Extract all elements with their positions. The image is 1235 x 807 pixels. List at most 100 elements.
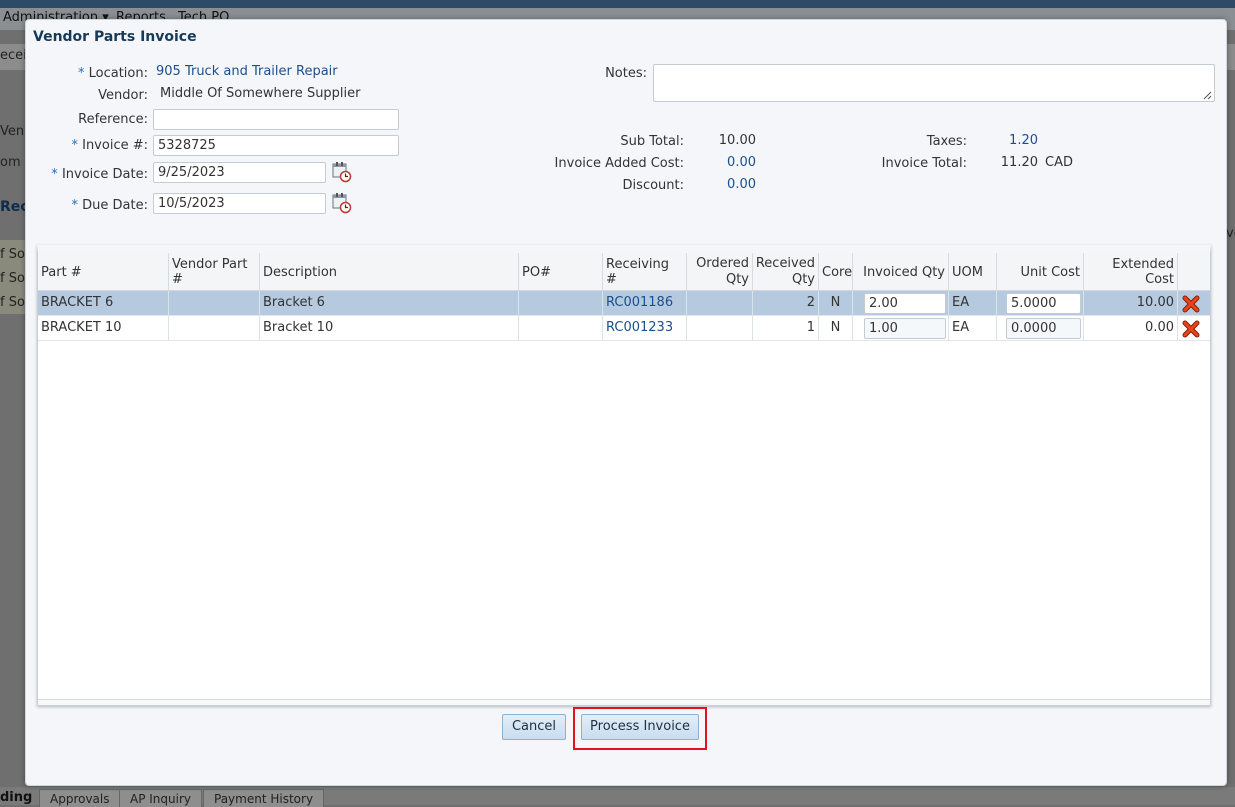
col-description[interactable]: Description: [260, 253, 519, 291]
discount-value[interactable]: 0.00: [727, 177, 756, 192]
col-ordered-qty-line1: Ordered: [696, 256, 749, 271]
notes-label: Notes:: [605, 66, 647, 81]
required-marker: *: [77, 66, 85, 81]
vendor-parts-invoice-dialog: Vendor Parts Invoice * Location: 905 Tru…: [25, 19, 1227, 786]
cell-unit-cost: 5.0000: [997, 291, 1084, 316]
invoice-lines-grid: Part # Vendor Part # Description PO# Rec…: [37, 245, 1211, 706]
cell-receiving-link[interactable]: RC001186: [603, 291, 687, 316]
vendor-label: Vendor:: [98, 88, 148, 103]
col-part-number[interactable]: Part #: [38, 253, 169, 291]
delete-x-icon[interactable]: [1182, 295, 1200, 313]
col-po[interactable]: PO#: [519, 253, 603, 291]
cell-part: BRACKET 10: [38, 316, 169, 341]
invoice-date-input[interactable]: 9/25/2023: [153, 162, 326, 183]
due-date-label-text: Due Date:: [82, 198, 148, 213]
bg-text: f So: [0, 271, 25, 286]
invoice-date-label: * Invoice Date:: [51, 167, 148, 182]
tab-payment-history[interactable]: Payment History: [203, 789, 325, 807]
col-unit-cost[interactable]: Unit Cost: [997, 253, 1084, 291]
taxes-label: Taxes:: [926, 134, 967, 149]
calendar-clock-icon[interactable]: [331, 192, 353, 214]
col-uom[interactable]: UOM: [949, 253, 997, 291]
location-label: * Location:: [78, 66, 148, 81]
col-received-qty[interactable]: Received Qty: [753, 253, 819, 291]
cell-receiving-link[interactable]: RC001233: [603, 316, 687, 341]
cell-actions: [1178, 316, 1210, 341]
cancel-button[interactable]: Cancel: [502, 714, 566, 740]
col-receiving[interactable]: Receiving #: [603, 253, 687, 291]
notes-textarea[interactable]: [653, 64, 1215, 102]
location-label-text: Location:: [88, 66, 148, 81]
location-value[interactable]: 905 Truck and Trailer Repair: [156, 64, 338, 79]
cell-actions: [1178, 291, 1210, 316]
delete-x-icon[interactable]: [1182, 320, 1200, 338]
unit-cost-input[interactable]: 5.0000: [1006, 293, 1081, 314]
cell-unit-cost: 0.0000: [997, 316, 1084, 341]
table-row[interactable]: BRACKET 10 Bracket 10 RC001233 1 N 1.00 …: [38, 316, 1210, 341]
col-vendor-part[interactable]: Vendor Part #: [169, 253, 260, 291]
invoiced-qty-input[interactable]: 1.00: [864, 318, 946, 339]
cell-po: [519, 291, 603, 316]
unit-cost-input[interactable]: 0.0000: [1006, 318, 1081, 339]
col-ordered-qty-line2: Qty: [725, 272, 749, 287]
cell-core: N: [819, 291, 853, 316]
process-invoice-button[interactable]: Process Invoice: [581, 714, 699, 740]
due-date-input[interactable]: 10/5/2023: [153, 193, 326, 214]
invoice-number-label: * Invoice #:: [71, 138, 148, 153]
app-top-bar: [0, 0, 1235, 8]
cell-received-qty: 1: [753, 316, 819, 341]
cell-vendor-part: [169, 291, 260, 316]
cell-received-qty: 2: [753, 291, 819, 316]
resize-grip-icon[interactable]: [1202, 89, 1212, 100]
added-cost-label: Invoice Added Cost:: [554, 156, 684, 171]
dialog-title: Vendor Parts Invoice: [33, 29, 197, 45]
table-row[interactable]: BRACKET 6 Bracket 6 RC001186 2 N 2.00 EA…: [38, 291, 1210, 316]
cell-uom: EA: [949, 291, 997, 316]
invoice-total-value: 11.20: [1000, 155, 1038, 170]
bg-text: f So: [0, 247, 25, 262]
subtotal-value: 10.00: [718, 133, 756, 148]
cell-description: Bracket 6: [260, 291, 519, 316]
cell-invoiced-qty: 2.00: [853, 291, 949, 316]
reference-input[interactable]: [153, 109, 399, 130]
tab-approvals[interactable]: Approvals: [39, 789, 121, 807]
cell-part: BRACKET 6: [38, 291, 169, 316]
bg-text: f So: [0, 295, 25, 310]
required-marker: *: [51, 167, 58, 182]
grid-header: Part # Vendor Part # Description PO# Rec…: [38, 253, 1210, 291]
invoice-total-label: Invoice Total:: [881, 156, 967, 171]
added-cost-value[interactable]: 0.00: [727, 155, 756, 170]
vendor-value: Middle Of Somewhere Supplier: [160, 86, 361, 101]
cell-ordered-qty: [687, 316, 753, 341]
bg-text: ding: [0, 790, 33, 805]
subtotal-label: Sub Total:: [620, 134, 684, 149]
calendar-clock-icon[interactable]: [331, 161, 353, 183]
bg-text: ve: [1226, 226, 1235, 241]
col-core[interactable]: Core: [819, 253, 853, 291]
cell-ordered-qty: [687, 291, 753, 316]
invoice-number-label-text: Invoice #:: [82, 138, 148, 153]
col-received-qty-line1: Received: [755, 256, 815, 271]
tab-ap-inquiry[interactable]: AP Inquiry: [119, 789, 202, 807]
required-marker: *: [71, 198, 79, 213]
col-received-qty-line2: Qty: [791, 272, 815, 287]
col-extended-cost[interactable]: Extended Cost: [1084, 253, 1178, 291]
discount-label: Discount:: [622, 178, 684, 193]
col-ordered-qty[interactable]: Ordered Qty: [687, 253, 753, 291]
cell-uom: EA: [949, 316, 997, 341]
invoice-number-input[interactable]: 5328725: [153, 135, 399, 156]
col-actions: [1178, 253, 1210, 291]
col-invoiced-qty[interactable]: Invoiced Qty: [853, 253, 949, 291]
required-marker: *: [71, 138, 78, 153]
grid-footer: [38, 699, 1210, 705]
due-date-label: * Due Date:: [72, 198, 148, 213]
reference-label: Reference:: [78, 112, 148, 127]
cell-extended-cost: 10.00: [1084, 291, 1178, 316]
cell-invoiced-qty: 1.00: [853, 316, 949, 341]
cell-description: Bracket 10: [260, 316, 519, 341]
taxes-value[interactable]: 1.20: [1009, 133, 1038, 148]
cell-vendor-part: [169, 316, 260, 341]
currency-code: CAD: [1045, 155, 1073, 170]
cell-core: N: [819, 316, 853, 341]
invoiced-qty-input[interactable]: 2.00: [864, 293, 946, 314]
